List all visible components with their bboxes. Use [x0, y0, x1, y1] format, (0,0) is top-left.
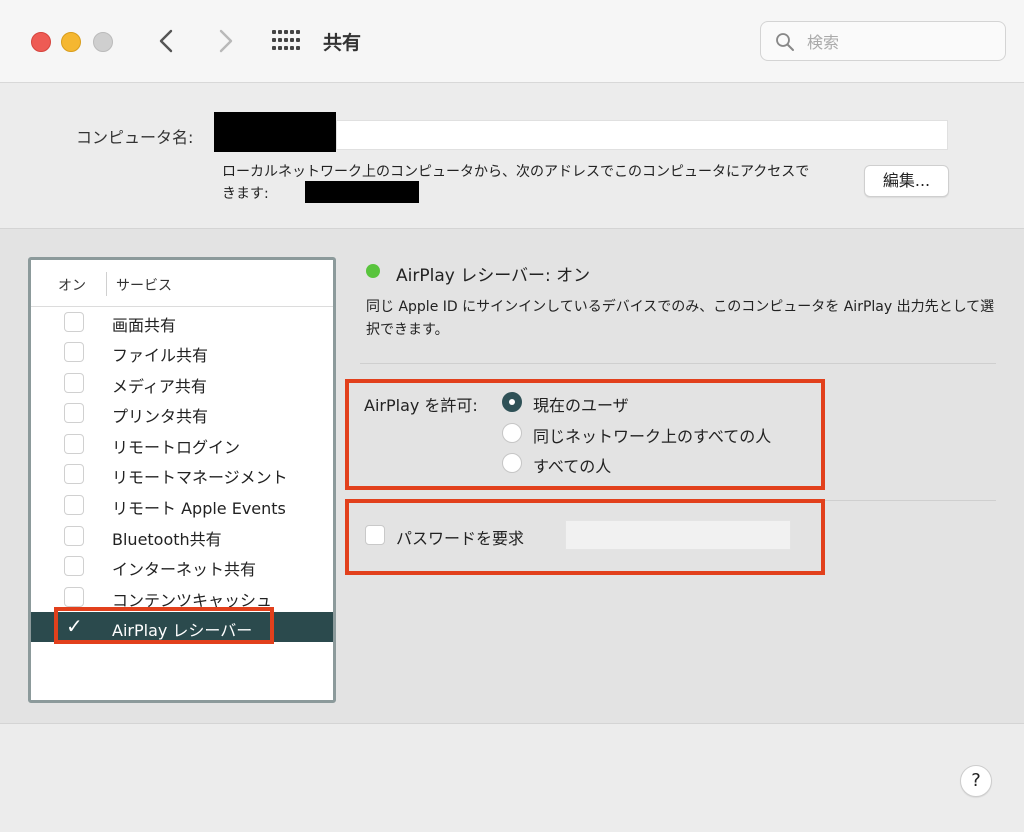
service-label: プリンタ共有	[112, 407, 209, 426]
zoom-window-button[interactable]	[93, 32, 113, 52]
chevron-right-icon	[219, 29, 233, 53]
service-checkbox[interactable]	[64, 434, 84, 454]
column-header-service: サービス	[116, 278, 172, 294]
divider	[360, 363, 996, 364]
service-label: 画面共有	[112, 316, 177, 335]
service-row-printer-sharing[interactable]: プリンタ共有	[31, 398, 333, 428]
minimize-window-button[interactable]	[61, 32, 81, 52]
service-checkbox[interactable]	[64, 495, 84, 515]
service-label: メディア共有	[112, 377, 207, 396]
service-checkbox[interactable]	[64, 312, 84, 332]
service-label: リモート Apple Events	[112, 499, 286, 518]
service-checkbox[interactable]	[64, 464, 84, 484]
service-row-bluetooth-sharing[interactable]: Bluetooth共有	[31, 521, 333, 551]
column-divider	[106, 272, 107, 296]
status-text: AirPlay レシーバー: オン	[396, 266, 591, 286]
service-row-internet-sharing[interactable]: インターネット共有	[31, 551, 333, 581]
service-checkbox[interactable]	[64, 342, 84, 362]
forward-button[interactable]	[212, 26, 240, 56]
service-row-file-sharing[interactable]: ファイル共有	[31, 337, 333, 367]
service-description: 同じ Apple ID にサインインしているデバイスでのみ、このコンピュータを …	[366, 299, 995, 338]
edit-button[interactable]: 編集...	[864, 165, 949, 197]
service-row-remote-login[interactable]: リモートログイン	[31, 429, 333, 459]
service-checkbox[interactable]	[64, 587, 84, 607]
computer-name-field[interactable]	[336, 120, 948, 150]
service-row-screen-sharing[interactable]: 画面共有	[31, 307, 333, 337]
service-label: Bluetooth共有	[112, 530, 222, 549]
search-box[interactable]	[760, 21, 1006, 61]
window-title: 共有	[323, 32, 362, 54]
service-label: リモートログイン	[112, 438, 241, 457]
help-button[interactable]: ?	[960, 765, 992, 797]
services-list-header: オン サービス	[31, 260, 333, 307]
service-label: インターネット共有	[112, 560, 257, 579]
status-indicator	[366, 264, 380, 278]
back-button[interactable]	[152, 26, 180, 56]
column-header-on: オン	[58, 278, 86, 294]
title-bar: 共有	[0, 0, 1024, 83]
service-label: リモートマネージメント	[112, 468, 288, 487]
computer-name-label: コンピュータ名:	[76, 128, 194, 147]
highlight-box-airplay-row	[54, 607, 274, 644]
redacted-address	[305, 181, 419, 203]
highlight-box-allow-airplay	[345, 379, 825, 490]
show-all-grid-icon[interactable]	[272, 30, 300, 52]
service-row-remote-management[interactable]: リモートマネージメント	[31, 459, 333, 489]
redacted-computer-name	[214, 112, 336, 152]
service-row-remote-apple-events[interactable]: リモート Apple Events	[31, 490, 333, 520]
service-checkbox[interactable]	[64, 556, 84, 576]
chevron-left-icon	[159, 29, 173, 53]
service-checkbox[interactable]	[64, 373, 84, 393]
search-input[interactable]	[805, 30, 999, 54]
service-label: ファイル共有	[112, 346, 209, 365]
search-icon	[776, 33, 794, 51]
service-checkbox[interactable]	[64, 526, 84, 546]
highlight-box-password	[345, 499, 825, 575]
service-checkbox[interactable]	[64, 403, 84, 423]
service-row-media-sharing[interactable]: メディア共有	[31, 368, 333, 398]
close-window-button[interactable]	[31, 32, 51, 52]
